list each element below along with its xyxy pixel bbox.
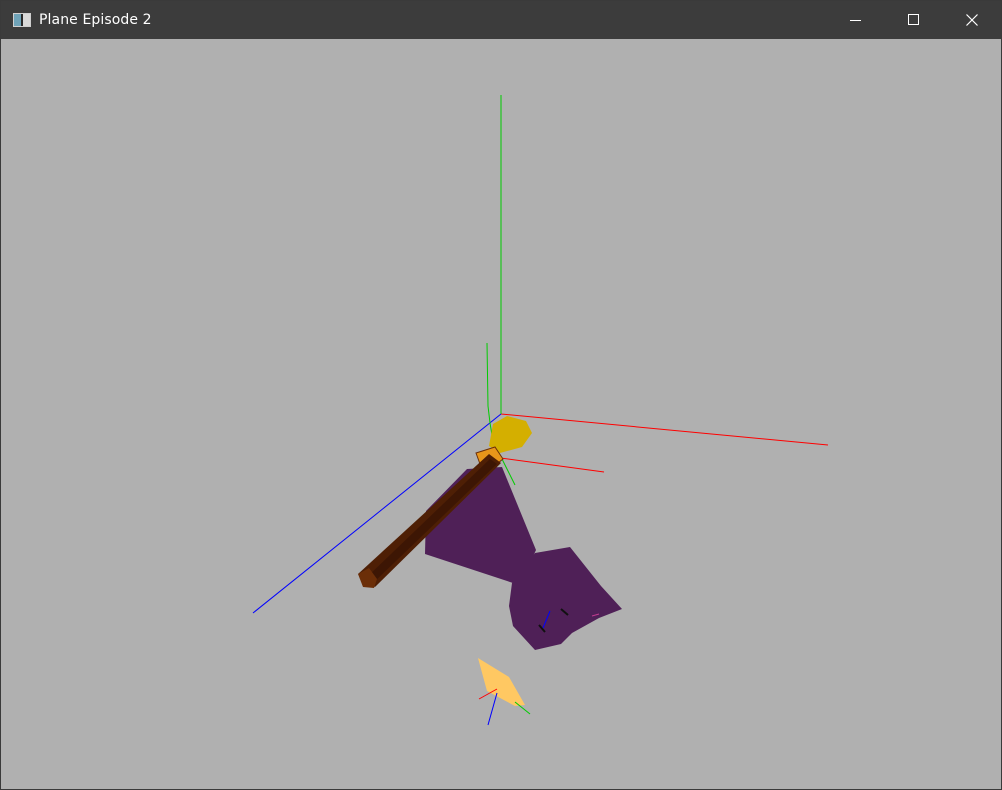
plane-wing-upper xyxy=(425,467,536,583)
minimize-icon xyxy=(850,20,861,21)
target-marker xyxy=(478,658,525,706)
plane-x-axis xyxy=(492,456,605,473)
world-x-axis xyxy=(500,413,829,446)
close-button[interactable] xyxy=(943,1,1001,39)
app-icon xyxy=(13,13,31,27)
window-controls xyxy=(827,1,1001,39)
scene-canvas xyxy=(252,95,829,726)
3d-viewport[interactable] xyxy=(1,39,1001,789)
app-window: Plane Episode 2 xyxy=(0,0,1002,790)
minimize-button[interactable] xyxy=(827,1,885,39)
maximize-icon xyxy=(908,14,919,25)
title-bar[interactable]: Plane Episode 2 xyxy=(1,1,1001,39)
close-icon xyxy=(966,14,978,26)
maximize-button[interactable] xyxy=(885,1,943,39)
target-z-axis xyxy=(487,692,498,726)
window-title: Plane Episode 2 xyxy=(39,12,152,28)
